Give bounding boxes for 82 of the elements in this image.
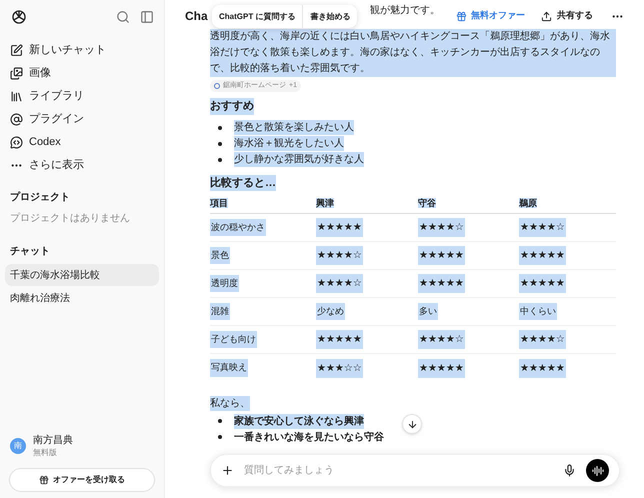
empty-projects-text: プロジェクトはありません: [9, 212, 131, 226]
table-cell: 少なめ: [316, 302, 345, 320]
table-cell: 景色: [210, 246, 230, 264]
library-icon: [10, 90, 23, 103]
table-cell: ★★★★★: [418, 274, 465, 293]
at-sign-icon: [10, 113, 23, 126]
table-cell: ★★★★★: [519, 274, 566, 293]
code-bubble-icon: [10, 136, 23, 149]
bullet-icon: [218, 126, 222, 130]
table-cell: ★★★★☆: [316, 274, 363, 293]
table-header: 鵜原: [519, 196, 537, 210]
sidebar-nav-item[interactable]: プラグイン: [5, 108, 159, 131]
list-item-text: 一番きれいな海を見たいなら守谷: [234, 430, 384, 444]
table-header: 守谷: [418, 196, 436, 210]
arrow-down-icon: [406, 418, 418, 430]
table-cell: ★★★★★: [316, 218, 363, 237]
sidebar-nav-item[interactable]: さらに表示: [5, 154, 159, 177]
table-cell: ★★★★☆: [418, 330, 465, 349]
table-cell: ★★★★☆: [418, 218, 465, 237]
share-icon: [541, 10, 552, 22]
globe-icon: [214, 83, 220, 89]
section-heading: 比較すると…: [210, 174, 276, 191]
bullet-icon: [218, 419, 222, 423]
scroll-down-button[interactable]: [402, 414, 422, 434]
user-plan: 無料版: [33, 447, 58, 458]
list-item-text: 海水浴＋観光をしたい人: [234, 136, 344, 151]
table-header: 項目: [210, 196, 228, 210]
message-paragraph: 透明度が高く、海岸の近くには白い鳥居やハイキングコース「鵜原理想郷」があり、海水浴だけでなく散策も楽しめます。海の家はなく、キッチンカーが出店するスタイルなので、比較的落ち着いた雰囲気です。: [210, 29, 616, 77]
table-cell: 子ども向け: [210, 330, 257, 348]
list-item-text: 少し静かな雰囲気が好きな人: [234, 152, 364, 167]
popover-action[interactable]: 書き始める: [302, 5, 358, 28]
popover-action[interactable]: ChatGPT に質問する: [212, 5, 302, 28]
list-item-text: 家族で安心して泳ぐなら興津: [234, 414, 364, 428]
table-cell: 混雑: [210, 302, 230, 320]
plus-icon[interactable]: [221, 464, 234, 477]
bullet-icon: [218, 435, 222, 439]
free-offer-button[interactable]: 無料オファー: [456, 9, 525, 23]
share-button[interactable]: 共有する: [541, 9, 593, 23]
table-cell: ★★★★★: [418, 358, 465, 378]
message-text: 私なら、: [210, 396, 250, 411]
table-cell: 写真映え: [210, 359, 248, 377]
search-icon[interactable]: [116, 10, 130, 24]
chat-history-item[interactable]: 千葉の海水浴場比較: [5, 264, 159, 286]
sidebar-nav-item[interactable]: ライブラリ: [5, 85, 159, 108]
section-heading: おすすめ: [210, 98, 254, 114]
table-header: 興津: [316, 196, 334, 210]
sidebar-nav-item[interactable]: Codex: [5, 131, 159, 154]
claim-offer-button[interactable]: オファーを受け取る: [9, 468, 155, 492]
table-cell: 透明度: [210, 274, 239, 292]
sidebar-nav-item[interactable]: 画像: [5, 62, 159, 85]
table-cell: ★★★★★: [418, 246, 465, 265]
table-cell: ★★★☆☆: [316, 358, 363, 378]
section-heading: チャット: [9, 245, 51, 259]
section-heading: プロジェクト: [9, 190, 71, 205]
table-cell: ★★★★☆: [519, 330, 566, 349]
table-cell: ★★★★★: [316, 330, 363, 349]
list-item-text: 景色と散策を楽しみたい人: [234, 120, 354, 135]
table-cell: 波の穏やかさ: [210, 218, 266, 236]
voice-button[interactable]: [586, 459, 609, 482]
gift-icon: [456, 10, 467, 22]
bullet-icon: [218, 158, 222, 162]
table-cell: ★★★★☆: [316, 246, 363, 265]
gift-icon: [39, 475, 49, 485]
bullet-icon: [218, 142, 222, 146]
images-icon: [10, 67, 23, 80]
header-title: Cha: [185, 8, 208, 25]
table-cell: 多い: [418, 302, 438, 320]
sidebar-nav-item[interactable]: 新しいチャット: [5, 39, 159, 62]
chat-history-item[interactable]: 肉離れ治療法: [5, 287, 159, 309]
waveform-icon: [592, 464, 604, 476]
logo-icon[interactable]: [10, 8, 28, 26]
table-cell: ★★★★★: [519, 246, 566, 265]
table-cell: ★★★★☆: [519, 218, 566, 237]
message-input[interactable]: 質問してみましょう: [210, 454, 620, 487]
microphone-icon[interactable]: [563, 464, 576, 477]
message-text-fragment: 観が魅力です。: [370, 4, 440, 18]
table-cell: 中くらい: [519, 302, 557, 320]
pen-square-icon: [10, 44, 23, 57]
message-text-input[interactable]: 質問してみましょう: [244, 463, 553, 478]
user-name: 南方昌典: [33, 434, 73, 447]
sidebar-toggle-icon[interactable]: [140, 10, 154, 24]
table-cell: ★★★★★: [519, 358, 566, 378]
